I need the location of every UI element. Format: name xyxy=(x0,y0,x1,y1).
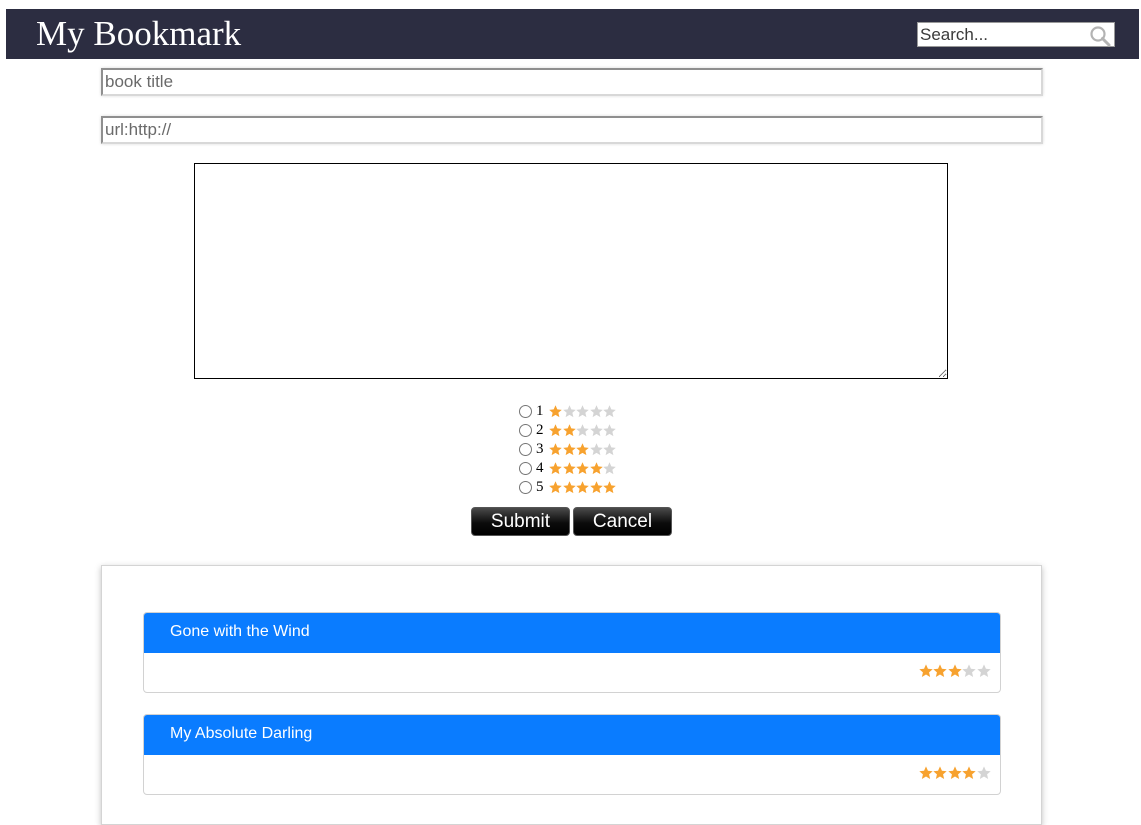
search-icon[interactable] xyxy=(1089,25,1111,47)
star-icon xyxy=(976,664,991,677)
rating-option[interactable]: 3 xyxy=(517,440,647,459)
book-title-input[interactable] xyxy=(101,68,1043,96)
rating-option[interactable]: 5 xyxy=(517,478,647,497)
bookmark-list: Gone with the Wind My Absolute Darling xyxy=(101,565,1042,825)
star-icon xyxy=(603,405,616,418)
bookmark-card[interactable]: Gone with the Wind xyxy=(143,612,1001,693)
rating-label: 2 xyxy=(536,422,544,438)
url-input[interactable] xyxy=(101,116,1043,144)
rating-stars xyxy=(548,481,616,495)
rating-option[interactable]: 2 xyxy=(517,421,647,440)
rating-label: 5 xyxy=(536,479,544,495)
rating-option[interactable]: 1 xyxy=(517,402,647,421)
rating-radio[interactable] xyxy=(519,443,532,456)
rating-radio[interactable] xyxy=(519,405,532,418)
rating-group: 1 2 3 4 5 xyxy=(517,402,647,497)
rating-stars xyxy=(548,443,616,457)
cancel-button[interactable]: Cancel xyxy=(573,507,672,536)
search-input[interactable] xyxy=(919,24,1085,45)
notes-textarea[interactable] xyxy=(194,163,948,379)
rating-radio[interactable] xyxy=(519,424,532,437)
rating-stars xyxy=(548,424,616,438)
bookmark-rating xyxy=(918,663,991,679)
bookmark-card[interactable]: My Absolute Darling xyxy=(143,714,1001,795)
bookmark-rating xyxy=(918,765,991,781)
rating-label: 4 xyxy=(536,460,544,476)
search-box[interactable] xyxy=(917,22,1115,47)
submit-button[interactable]: Submit xyxy=(471,507,570,536)
header-bar: My Bookmark xyxy=(6,9,1139,59)
rating-stars xyxy=(548,462,616,476)
rating-radio[interactable] xyxy=(519,462,532,475)
bookmark-title[interactable]: My Absolute Darling xyxy=(144,715,1000,755)
star-icon xyxy=(603,481,616,494)
star-icon xyxy=(603,462,616,475)
site-title: My Bookmark xyxy=(36,14,242,53)
rating-radio[interactable] xyxy=(519,481,532,494)
rating-label: 3 xyxy=(536,441,544,457)
star-icon xyxy=(603,424,616,437)
bookmark-title[interactable]: Gone with the Wind xyxy=(144,613,1000,653)
rating-label: 1 xyxy=(536,403,544,419)
star-icon xyxy=(603,443,616,456)
star-icon xyxy=(976,766,991,779)
rating-option[interactable]: 4 xyxy=(517,459,647,478)
rating-stars xyxy=(548,405,616,419)
